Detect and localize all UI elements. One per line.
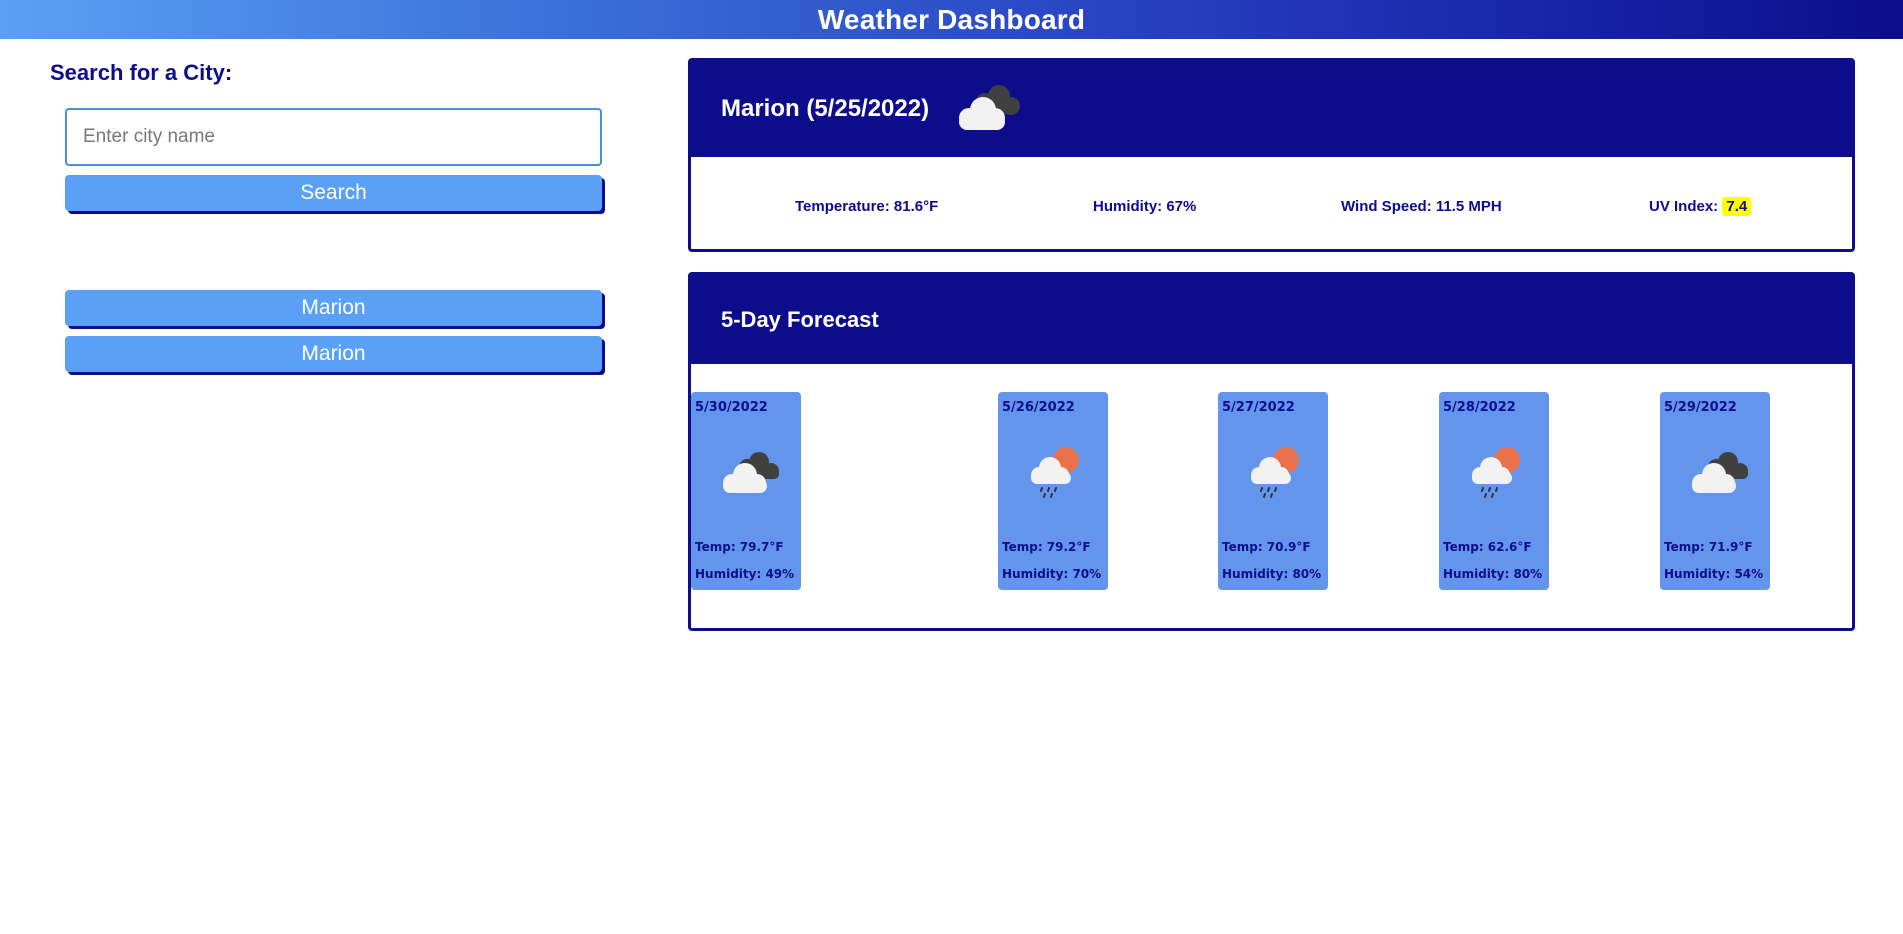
- forecast-card: 5/26/2022 Temp: 79.2°F Humidity: 70%: [998, 392, 1108, 590]
- forecast-temp: Temp: 70.9°F: [1222, 540, 1311, 554]
- uv-index-badge: 7.4: [1722, 197, 1752, 216]
- forecast-date: 5/27/2022: [1222, 400, 1295, 415]
- forecast-temp: Temp: 79.2°F: [1002, 540, 1091, 554]
- forecast-humidity: Humidity: 54%: [1664, 567, 1764, 581]
- forecast-humidity: Humidity: 49%: [695, 567, 795, 581]
- current-city-date: Marion (5/25/2022): [721, 95, 930, 122]
- forecast-card: 5/30/2022 Temp: 79.7°F Humidity: 49%: [691, 392, 801, 590]
- history-city-button[interactable]: Marion: [65, 290, 602, 326]
- current-weather-header: Marion (5/25/2022): [691, 61, 1852, 157]
- page-title: Weather Dashboard: [817, 3, 1086, 35]
- forecast-date: 5/29/2022: [1664, 400, 1737, 415]
- forecast-date: 5/26/2022: [1002, 400, 1075, 415]
- forecast-temp: Temp: 79.7°F: [695, 540, 784, 554]
- forecast-humidity: Humidity: 80%: [1443, 567, 1543, 581]
- history-city-button[interactable]: Marion: [65, 336, 602, 372]
- forecast-temp: Temp: 62.6°F: [1443, 540, 1532, 554]
- forecast-date: 5/28/2022: [1443, 400, 1516, 415]
- cloudy-icon: [959, 85, 1021, 130]
- forecast-humidity: Humidity: 80%: [1222, 567, 1322, 581]
- rain-sun-icon: [1251, 447, 1299, 498]
- forecast-date: 5/30/2022: [695, 400, 768, 415]
- uv-index-label: UV Index:: [1649, 198, 1723, 215]
- current-weather-panel: Marion (5/25/2022) Temperature: 81.6°F H…: [688, 58, 1855, 252]
- forecast-card: 5/29/2022 Temp: 71.9°F Humidity: 54%: [1660, 392, 1770, 590]
- current-uv-index: UV Index: 7.4: [1649, 197, 1752, 216]
- forecast-panel: 5-Day Forecast 5/26/2022 Temp: 79.2°F Hu…: [688, 272, 1855, 631]
- current-humidity: Humidity: 67%: [1093, 198, 1197, 215]
- forecast-temp: Temp: 71.9°F: [1664, 540, 1753, 554]
- cloudy-icon: [1692, 452, 1748, 493]
- cloudy-icon: [723, 452, 779, 493]
- city-search-input[interactable]: [65, 108, 602, 166]
- forecast-title: 5-Day Forecast: [721, 306, 879, 332]
- forecast-header: 5-Day Forecast: [691, 275, 1852, 364]
- current-wind-speed: Wind Speed: 11.5 MPH: [1341, 198, 1502, 215]
- forecast-humidity: Humidity: 70%: [1002, 567, 1102, 581]
- current-temperature: Temperature: 81.6°F: [795, 198, 939, 215]
- forecast-card: 5/28/2022 Temp: 62.6°F Humidity: 80%: [1439, 392, 1549, 590]
- rain-sun-icon: [1472, 447, 1520, 498]
- current-weather-stats: Temperature: 81.6°F Humidity: 67% Wind S…: [691, 157, 1852, 249]
- search-button[interactable]: Search: [65, 175, 602, 211]
- page-header: Weather Dashboard: [0, 0, 1903, 39]
- rain-sun-icon: [1031, 447, 1079, 498]
- search-heading: Search for a City:: [50, 60, 233, 85]
- forecast-card: 5/27/2022 Temp: 70.9°F Humidity: 80%: [1218, 392, 1328, 590]
